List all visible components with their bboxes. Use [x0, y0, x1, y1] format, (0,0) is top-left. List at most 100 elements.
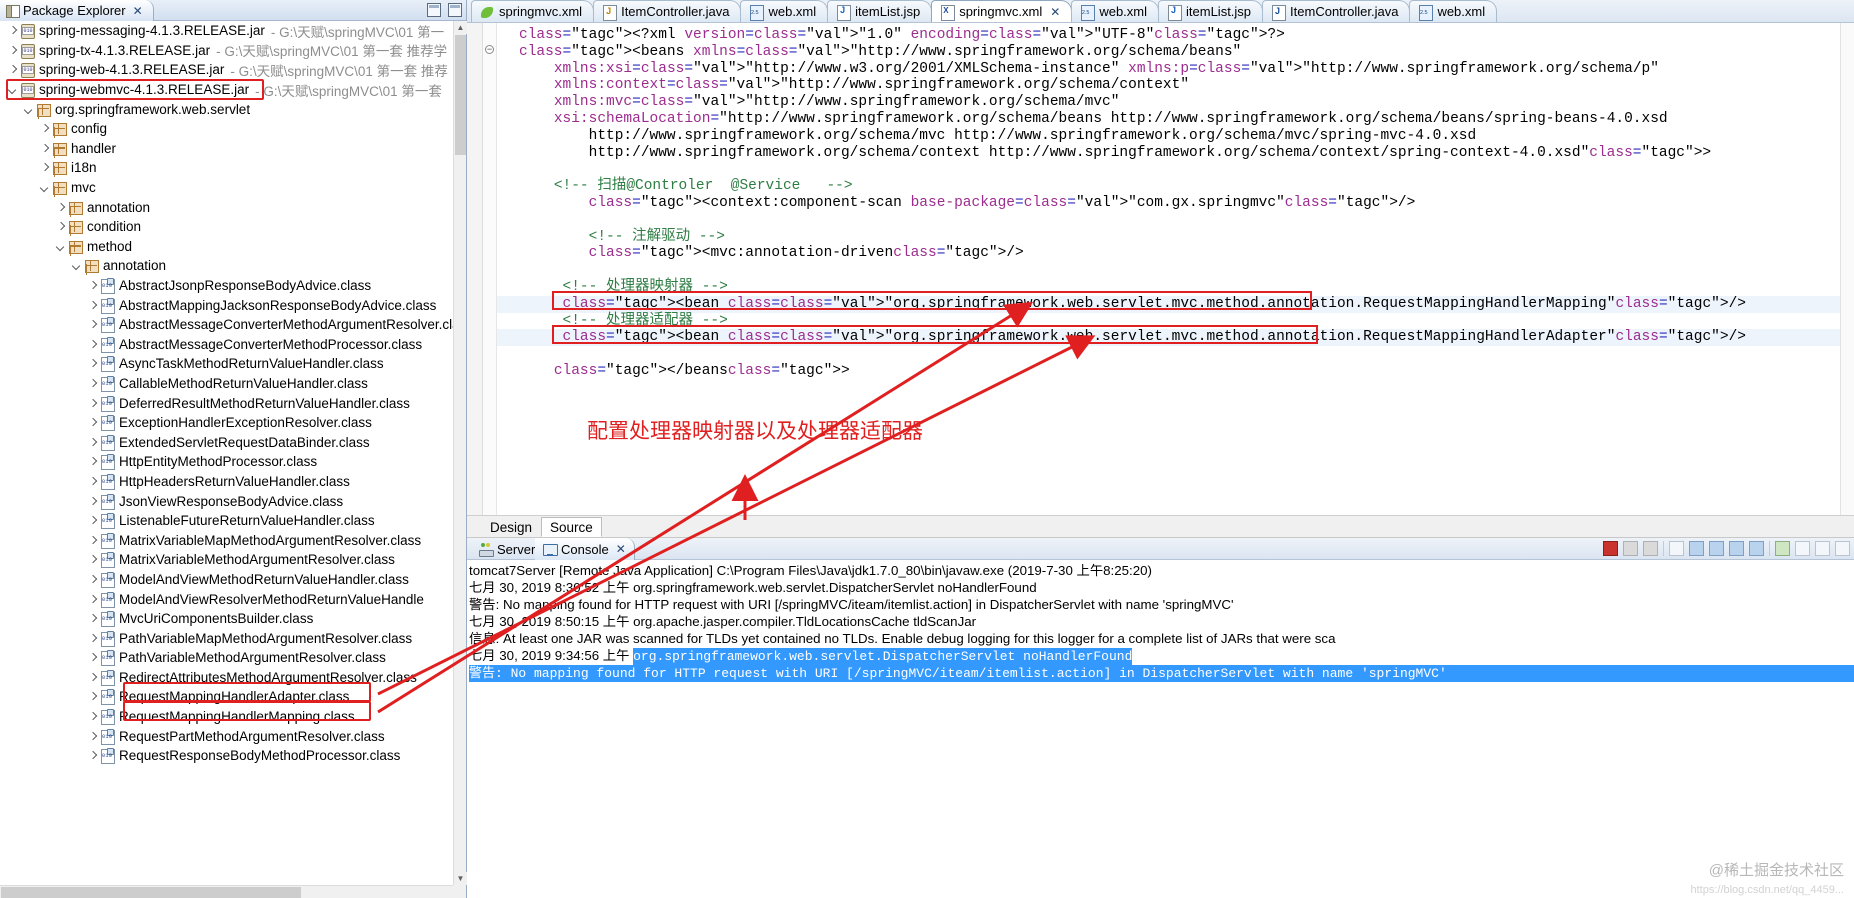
- tab-source[interactable]: Source: [541, 517, 602, 537]
- editor-tab[interactable]: springmvc.xml: [471, 0, 595, 22]
- chevron-right-icon[interactable]: [86, 553, 99, 566]
- tree-row[interactable]: handler: [0, 139, 453, 159]
- chevron-right-icon[interactable]: [6, 44, 19, 57]
- editor-tab[interactable]: web.xml: [1071, 0, 1160, 22]
- tree-row[interactable]: PathVariableMapMethodArgumentResolver.cl…: [0, 628, 453, 648]
- tree-row[interactable]: spring-tx-4.1.3.RELEASE.jar - G:\天赋\sprin…: [0, 41, 453, 61]
- scroll-lock-icon[interactable]: [1689, 541, 1704, 556]
- chevron-right-icon[interactable]: [86, 573, 99, 586]
- open-console-icon[interactable]: [1775, 541, 1790, 556]
- explorer-horizontal-scrollbar[interactable]: [0, 885, 453, 898]
- chevron-right-icon[interactable]: [86, 514, 99, 527]
- chevron-down-icon[interactable]: [54, 240, 67, 253]
- chevron-right-icon[interactable]: [86, 436, 99, 449]
- minimize-icon[interactable]: [427, 3, 441, 17]
- editor-tab[interactable]: ItemController.java: [1262, 0, 1411, 22]
- chevron-right-icon[interactable]: [38, 161, 51, 174]
- tree-row[interactable]: annotation: [0, 197, 453, 217]
- tree-row[interactable]: ModelAndViewMethodReturnValueHandler.cla…: [0, 570, 453, 590]
- remove-launch-icon[interactable]: [1623, 541, 1638, 556]
- tree-row[interactable]: AbstractJsonpResponseBodyAdvice.class: [0, 276, 453, 296]
- chevron-right-icon[interactable]: [86, 416, 99, 429]
- scroll-up-arrow[interactable]: ▲: [454, 21, 467, 34]
- chevron-right-icon[interactable]: [86, 397, 99, 410]
- tree-row[interactable]: config: [0, 119, 453, 139]
- close-icon[interactable]: ✕: [616, 543, 626, 555]
- tree-row[interactable]: PathVariableMethodArgumentResolver.class: [0, 648, 453, 668]
- chevron-right-icon[interactable]: [86, 495, 99, 508]
- chevron-right-icon[interactable]: [86, 475, 99, 488]
- chevron-right-icon[interactable]: [6, 63, 19, 76]
- tree-row[interactable]: org.springframework.web.servlet: [0, 99, 453, 119]
- scroll-thumb-h[interactable]: [1, 887, 301, 898]
- close-icon[interactable]: ✕: [133, 5, 143, 17]
- editor-tab[interactable]: web.xml: [740, 0, 829, 22]
- tree-row[interactable]: condition: [0, 217, 453, 237]
- tree-row[interactable]: AbstractMessageConverterMethodProcessor.…: [0, 335, 453, 355]
- tree-row[interactable]: MvcUriComponentsBuilder.class: [0, 609, 453, 629]
- tree-row[interactable]: spring-web-4.1.3.RELEASE.jar - G:\天赋\spri…: [0, 60, 453, 80]
- chevron-right-icon[interactable]: [54, 220, 67, 233]
- chevron-right-icon[interactable]: [6, 24, 19, 37]
- chevron-right-icon[interactable]: [86, 338, 99, 351]
- chevron-right-icon[interactable]: [86, 632, 99, 645]
- minimize-icon[interactable]: [1815, 541, 1830, 556]
- chevron-right-icon[interactable]: [86, 299, 99, 312]
- chevron-right-icon[interactable]: [86, 377, 99, 390]
- tab-package-explorer[interactable]: Package Explorer ✕: [0, 0, 154, 21]
- tree-row[interactable]: AsyncTaskMethodReturnValueHandler.class: [0, 354, 453, 374]
- tree-row[interactable]: RequestMappingHandlerAdapter.class: [0, 687, 453, 707]
- remove-all-terminated-icon[interactable]: [1643, 541, 1658, 556]
- chevron-right-icon[interactable]: [38, 142, 51, 155]
- maximize-icon[interactable]: [1835, 541, 1850, 556]
- display-selected-console-icon[interactable]: [1749, 541, 1764, 556]
- tree-row[interactable]: RedirectAttributesMethodArgumentResolver…: [0, 668, 453, 688]
- tree-row[interactable]: AbstractMessageConverterMethodArgumentRe…: [0, 315, 453, 335]
- chevron-down-icon[interactable]: [6, 83, 19, 96]
- chevron-right-icon[interactable]: [38, 122, 51, 135]
- view-menu-icon[interactable]: [1795, 541, 1810, 556]
- chevron-down-icon[interactable]: [70, 259, 83, 272]
- chevron-right-icon[interactable]: [86, 455, 99, 468]
- chevron-down-icon[interactable]: [38, 181, 51, 194]
- editor-tab[interactable]: itemList.jsp: [1158, 0, 1264, 22]
- chevron-right-icon[interactable]: [86, 357, 99, 370]
- console-output[interactable]: tomcat7Server [Remote Java Application] …: [467, 560, 1854, 898]
- chevron-right-icon[interactable]: [86, 279, 99, 292]
- tree-row[interactable]: ExtendedServletRequestDataBinder.class: [0, 432, 453, 452]
- close-icon[interactable]: ✕: [1050, 6, 1060, 18]
- maximize-icon[interactable]: [448, 3, 462, 17]
- chevron-right-icon[interactable]: [54, 201, 67, 214]
- chevron-right-icon[interactable]: [86, 749, 99, 762]
- tree-row[interactable]: spring-messaging-4.1.3.RELEASE.jar - G:\天…: [0, 21, 453, 41]
- tree-row[interactable]: HttpHeadersReturnValueHandler.class: [0, 472, 453, 492]
- tab-console[interactable]: Console ✕: [535, 538, 635, 560]
- chevron-right-icon[interactable]: [86, 534, 99, 547]
- clear-console-icon[interactable]: [1669, 541, 1684, 556]
- tree-row[interactable]: RequestPartMethodArgumentResolver.class: [0, 726, 453, 746]
- fold-collapse-icon[interactable]: −: [485, 45, 494, 54]
- editor-tab[interactable]: itemList.jsp: [827, 0, 933, 22]
- tree-row[interactable]: annotation: [0, 256, 453, 276]
- chevron-right-icon[interactable]: [86, 593, 99, 606]
- tree-row[interactable]: MatrixVariableMethodArgumentResolver.cla…: [0, 550, 453, 570]
- tree-row[interactable]: CallableMethodReturnValueHandler.class: [0, 374, 453, 394]
- tree-row[interactable]: ModelAndViewResolverMethodReturnValueHan…: [0, 589, 453, 609]
- word-wrap-icon[interactable]: [1709, 541, 1724, 556]
- tree-row[interactable]: ExceptionHandlerExceptionResolver.class: [0, 413, 453, 433]
- chevron-right-icon[interactable]: [86, 710, 99, 723]
- scroll-down-arrow[interactable]: ▼: [454, 872, 467, 885]
- chevron-right-icon[interactable]: [86, 612, 99, 625]
- editor-overview-ruler[interactable]: [1840, 23, 1854, 515]
- tree-row[interactable]: ListenableFutureReturnValueHandler.class: [0, 511, 453, 531]
- terminate-icon[interactable]: [1603, 541, 1618, 556]
- scroll-thumb[interactable]: [455, 35, 466, 155]
- chevron-right-icon[interactable]: [86, 730, 99, 743]
- chevron-right-icon[interactable]: [86, 318, 99, 331]
- tab-design[interactable]: Design: [481, 517, 542, 537]
- tree-row[interactable]: method: [0, 237, 453, 257]
- package-tree[interactable]: spring-messaging-4.1.3.RELEASE.jar - G:\天…: [0, 21, 453, 885]
- editor-tab[interactable]: springmvc.xml ✕: [931, 0, 1073, 22]
- tree-row[interactable]: MatrixVariableMapMethodArgumentResolver.…: [0, 530, 453, 550]
- tree-row[interactable]: RequestResponseBodyMethodProcessor.class: [0, 746, 453, 766]
